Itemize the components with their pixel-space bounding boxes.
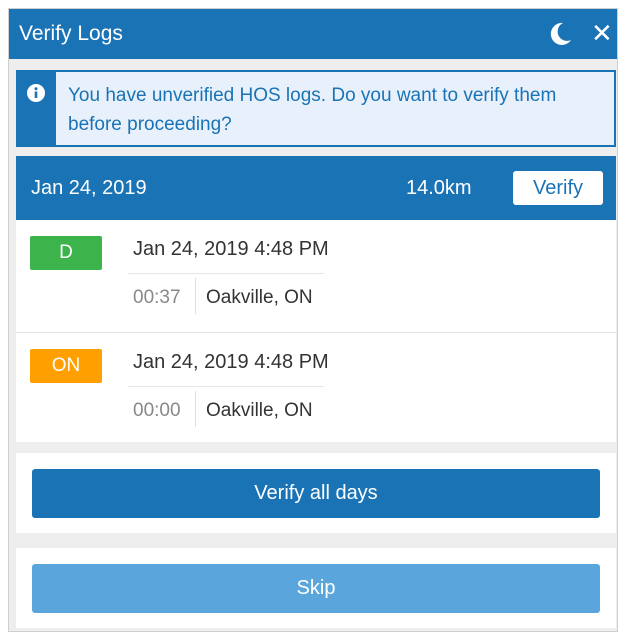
skip-button[interactable]: Skip (32, 564, 600, 613)
entry-vertical-divider (195, 391, 196, 427)
info-icon (27, 84, 45, 102)
titlebar: Verify Logs ✕ (9, 9, 617, 59)
close-icon[interactable]: ✕ (591, 19, 613, 47)
moon-icon[interactable] (546, 20, 574, 48)
verify-all-panel: Verify all days (16, 453, 616, 533)
skip-panel: Skip (16, 548, 616, 628)
unverified-logs-alert: You have unverified HOS logs. Do you wan… (16, 70, 616, 147)
verify-day-button[interactable]: Verify (513, 171, 603, 205)
window-title: Verify Logs (19, 22, 123, 45)
entry-location: Oakville, ON (206, 287, 313, 308)
entry-timestamp: Jan 24, 2019 4:48 PM (133, 351, 329, 373)
entry-location: Oakville, ON (206, 400, 313, 421)
alert-icon-strip (18, 72, 56, 145)
entry-divider (128, 273, 324, 274)
status-badge: ON (30, 349, 102, 383)
day-log-card: Jan 24, 2019 14.0km Verify D Jan 24, 201… (16, 156, 616, 442)
day-date: Jan 24, 2019 (31, 177, 147, 199)
alert-message: You have unverified HOS logs. Do you wan… (68, 85, 557, 135)
entry-timestamp: Jan 24, 2019 4:48 PM (133, 238, 329, 260)
verify-all-days-button[interactable]: Verify all days (32, 469, 600, 518)
entry-vertical-divider (195, 278, 196, 314)
entry-divider (128, 386, 324, 387)
verify-logs-window: Verify Logs ✕ You have unverified HOS lo… (8, 8, 618, 632)
entry-duration: 00:37 (133, 287, 181, 308)
status-badge: D (30, 236, 102, 270)
day-header: Jan 24, 2019 14.0km Verify (16, 156, 616, 220)
log-entry: ON Jan 24, 2019 4:48 PM 00:00 Oakville, … (16, 333, 616, 445)
log-entry: D Jan 24, 2019 4:48 PM 00:37 Oakville, O… (16, 220, 616, 333)
entry-duration: 00:00 (133, 400, 181, 421)
day-distance: 14.0km (406, 177, 472, 199)
